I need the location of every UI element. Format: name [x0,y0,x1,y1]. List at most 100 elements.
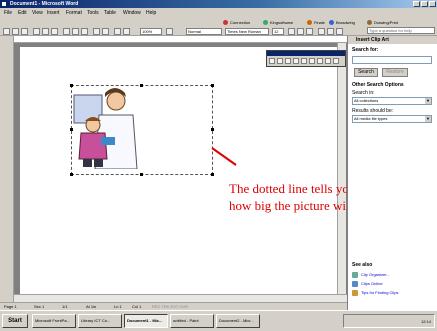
task-paint[interactable]: untitled - Paint [170,314,214,328]
other-search-options-label: Other Search Options [352,82,404,88]
status-column: Col 1 [132,304,142,309]
print-icon[interactable] [33,28,40,35]
menu-table[interactable]: Table [104,10,116,16]
menu-insert[interactable]: Insert [47,10,60,16]
menu-window[interactable]: Window [123,10,141,16]
status-section: Sec 1 [34,304,45,309]
menu-edit[interactable]: Edit [18,10,27,16]
rotate-icon[interactable] [317,58,323,64]
search-in-select[interactable]: All collections ▼ [352,97,432,105]
horizontal-ruler[interactable] [14,36,347,43]
task-document1[interactable]: Document1 - Mic... [124,314,168,328]
columns-icon[interactable] [123,28,130,35]
align-right-icon[interactable] [336,28,343,35]
close-button[interactable] [429,1,436,7]
task-library[interactable]: Library ICT Co... [78,314,122,328]
redo-icon[interactable] [102,28,109,35]
help-search-input[interactable]: Type a question for help [367,27,435,34]
style-select[interactable]: Normal [186,28,222,35]
picture-size-outline[interactable] [70,84,214,176]
insert-picture-icon[interactable] [269,58,275,64]
menu-format[interactable]: Format [66,10,82,16]
status-modes: REC TRK EXT OVR [152,304,189,309]
menu-help[interactable]: Help [146,10,156,16]
zoom-select[interactable]: 100% [140,28,162,35]
search-for-input[interactable] [352,56,432,64]
horizontal-scrollbar[interactable] [14,294,347,302]
status-line: Ln 1 [114,304,122,309]
help-icon[interactable] [166,28,173,35]
line-style-icon[interactable] [325,58,331,64]
more-brightness-icon[interactable] [301,58,307,64]
resize-handle-right[interactable] [211,128,214,131]
undo-icon[interactable] [93,28,100,35]
toolbar-area: 100% Normal Times New Roman 12 Connectio… [0,17,437,36]
italic-icon[interactable] [297,28,304,35]
search-in-label: Search in: [352,90,375,96]
clips-online-link[interactable]: Clips Online [361,281,383,286]
clip-art-task-pane: Insert Clip Art Search for: Search Resto… [347,36,437,310]
kingsoftware-button[interactable]: Kingsoftware [262,19,294,26]
resize-handle-top-right[interactable] [211,84,214,87]
connection-button[interactable]: Connection [222,19,251,26]
word-app-icon [1,1,7,7]
task-document2[interactable]: Document2 - Micr... [216,314,260,328]
resize-handle-bottom-left[interactable] [70,173,73,176]
image-color-icon[interactable] [277,58,283,64]
font-select[interactable]: Times New Roman [225,28,269,35]
clock: 12:14 [420,319,431,324]
underline-icon[interactable] [306,28,313,35]
vertical-scrollbar[interactable] [337,43,346,294]
tips-link[interactable]: Tips for Finding Clips [361,290,398,295]
menu-view[interactable]: View [32,10,43,16]
resize-handle-top-left[interactable] [70,84,73,87]
task-frontpage[interactable]: Microsoft FrontPa... [32,314,76,328]
text-wrapping-icon[interactable] [333,58,339,64]
broadwing-icon [329,20,334,25]
crop-icon[interactable] [309,58,315,64]
resize-handle-bottom-right[interactable] [211,173,214,176]
annotation-pointer [211,147,237,166]
results-label: Results should be: [352,108,394,114]
dropdown-arrow-icon[interactable]: ▼ [425,116,431,122]
dropdown-arrow-icon[interactable]: ▼ [425,98,431,104]
font-size-select[interactable]: 12 [272,28,284,35]
more-contrast-icon[interactable] [285,58,291,64]
picture-toolbar[interactable] [266,50,346,67]
results-select[interactable]: All media file types ▼ [352,115,432,123]
pointer-line [211,147,237,166]
search-for-label: Search for: [352,47,379,53]
finale-button[interactable]: Finale [306,19,325,26]
drawing-print-button[interactable]: Drawing/Print [366,19,399,26]
align-center-icon[interactable] [327,28,334,35]
bold-icon[interactable] [288,28,295,35]
open-folder-icon[interactable] [12,28,19,35]
align-left-icon[interactable] [318,28,325,35]
window-title: Document1 - Microsoft Word [10,1,79,7]
save-icon[interactable] [21,28,28,35]
search-button[interactable]: Search [354,68,378,77]
resize-handle-bottom[interactable] [140,173,143,176]
restore-button[interactable]: Restore [382,68,408,77]
clip-organizer-link[interactable]: Clip Organizer... [361,272,390,277]
broadwing-button[interactable]: Broadwing [328,19,355,26]
paste-icon[interactable] [81,28,88,35]
menu-file[interactable]: File [4,10,12,16]
resize-handle-top[interactable] [140,84,143,87]
spelling-icon[interactable] [51,28,58,35]
print-preview-icon[interactable] [42,28,49,35]
copy-icon[interactable] [72,28,79,35]
menu-tools[interactable]: Tools [87,10,99,16]
start-button[interactable]: Start [2,314,28,328]
vertical-ruler[interactable] [0,36,14,308]
maximize-button[interactable] [421,1,428,7]
less-contrast-icon[interactable] [293,58,299,64]
resize-handle-left[interactable] [70,128,73,131]
picture-toolbar-titlebar[interactable] [267,51,345,56]
cut-icon[interactable] [63,28,70,35]
new-document-icon[interactable] [3,28,10,35]
system-tray: 12:14 [343,314,435,328]
status-pages: 1/1 [62,304,68,309]
table-icon[interactable] [114,28,121,35]
minimize-button[interactable] [413,1,420,7]
